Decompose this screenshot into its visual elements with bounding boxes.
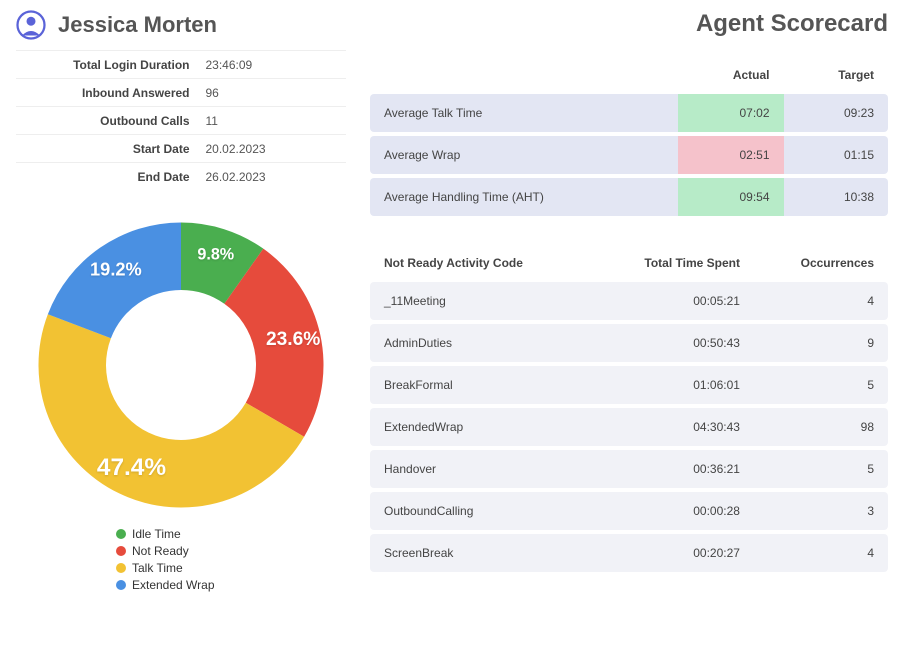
summary-row: End Date26.02.2023 [16,163,346,191]
summary-value: 23:46:09 [198,51,347,79]
summary-label: Start Date [16,135,198,163]
summary-row: Start Date20.02.2023 [16,135,346,163]
activity-table: Not Ready Activity Code Total Time Spent… [370,244,888,576]
layout: Jessica Morten Total Login Duration23:46… [16,10,888,595]
activity-code: ScreenBreak [370,534,591,572]
donut-chart: 9.8%23.6%47.4%19.2% [31,215,331,515]
summary-row: Inbound Answered96 [16,79,346,107]
metrics-label: Average Handling Time (AHT) [370,178,678,216]
summary-table: Total Login Duration23:46:09Inbound Answ… [16,50,346,191]
page-title: Agent Scorecard [370,10,888,38]
legend-label: Extended Wrap [132,578,215,592]
activity-time: 00:36:21 [591,450,754,488]
summary-label: Inbound Answered [16,79,198,107]
activity-code: Handover [370,450,591,488]
activity-row: _11Meeting00:05:214 [370,282,888,320]
activity-row: OutboundCalling00:00:283 [370,492,888,530]
summary-value: 96 [198,79,347,107]
legend-item: Extended Wrap [116,578,346,592]
activity-time: 00:00:28 [591,492,754,530]
metrics-table: Actual Target Average Talk Time07:0209:2… [370,56,888,220]
summary-label: Total Login Duration [16,51,198,79]
metrics-header-target: Target [784,60,888,90]
metrics-label: Average Talk Time [370,94,678,132]
metrics-actual: 09:54 [678,178,784,216]
activity-row: ExtendedWrap04:30:4398 [370,408,888,446]
metrics-header-actual: Actual [678,60,784,90]
chart-legend: Idle Time Not Ready Talk Time Extended Wrap [116,527,346,592]
activity-time: 01:06:01 [591,366,754,404]
summary-row: Outbound Calls11 [16,107,346,135]
activity-row: ScreenBreak00:20:274 [370,534,888,572]
activity-row: AdminDuties00:50:439 [370,324,888,362]
metrics-row: Average Handling Time (AHT)09:5410:38 [370,178,888,216]
agent-name: Jessica Morten [58,12,217,38]
activity-time: 00:50:43 [591,324,754,362]
metrics-actual: 02:51 [678,136,784,174]
legend-swatch [116,563,126,573]
activity-occ: 4 [754,282,888,320]
activity-occ: 98 [754,408,888,446]
metrics-target: 01:15 [784,136,888,174]
left-column: Jessica Morten Total Login Duration23:46… [16,10,346,595]
metrics-target: 10:38 [784,178,888,216]
metrics-actual: 07:02 [678,94,784,132]
activity-header-occ: Occurrences [754,248,888,278]
metrics-header-row: Actual Target [370,60,888,90]
summary-value: 11 [198,107,347,135]
activity-code: AdminDuties [370,324,591,362]
activity-occ: 4 [754,534,888,572]
activity-time: 00:05:21 [591,282,754,320]
legend-swatch [116,580,126,590]
legend-item: Idle Time [116,527,346,541]
donut-slice [48,222,181,338]
metrics-label: Average Wrap [370,136,678,174]
summary-value: 26.02.2023 [198,163,347,191]
avatar-icon [16,10,46,40]
activity-code: OutboundCalling [370,492,591,530]
summary-row: Total Login Duration23:46:09 [16,51,346,79]
metrics-target: 09:23 [784,94,888,132]
activity-occ: 3 [754,492,888,530]
agent-header: Jessica Morten [16,10,346,40]
summary-label: Outbound Calls [16,107,198,135]
right-column: Agent Scorecard Actual Target Average Ta… [370,10,888,595]
activity-header-time: Total Time Spent [591,248,754,278]
activity-occ: 9 [754,324,888,362]
metrics-row: Average Wrap02:5101:15 [370,136,888,174]
legend-item: Talk Time [116,561,346,575]
legend-swatch [116,546,126,556]
activity-code: _11Meeting [370,282,591,320]
legend-label: Idle Time [132,527,181,541]
legend-item: Not Ready [116,544,346,558]
summary-value: 20.02.2023 [198,135,347,163]
activity-code: BreakFormal [370,366,591,404]
activity-row: Handover00:36:215 [370,450,888,488]
activity-code: ExtendedWrap [370,408,591,446]
activity-row: BreakFormal01:06:015 [370,366,888,404]
legend-label: Not Ready [132,544,189,558]
summary-label: End Date [16,163,198,191]
activity-occ: 5 [754,366,888,404]
legend-label: Talk Time [132,561,183,575]
legend-swatch [116,529,126,539]
activity-time: 00:20:27 [591,534,754,572]
metrics-header-metric [370,60,678,90]
activity-header-row: Not Ready Activity Code Total Time Spent… [370,248,888,278]
activity-time: 04:30:43 [591,408,754,446]
activity-header-code: Not Ready Activity Code [370,248,591,278]
metrics-row: Average Talk Time07:0209:23 [370,94,888,132]
activity-occ: 5 [754,450,888,488]
